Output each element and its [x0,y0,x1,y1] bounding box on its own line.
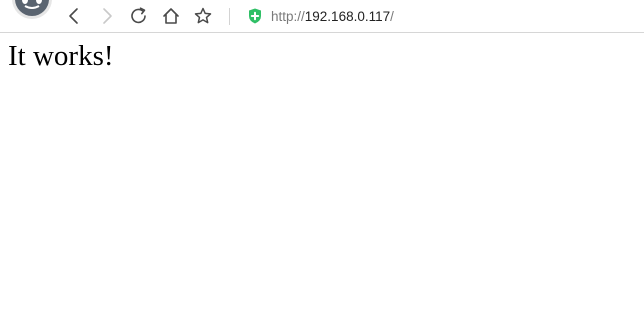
back-button[interactable] [64,6,84,26]
reload-icon [131,7,146,24]
forward-button[interactable] [97,6,117,26]
reload-button[interactable] [129,6,149,26]
toolbar-separator [229,8,230,25]
star-icon [194,7,212,24]
address-trail: / [390,9,394,24]
home-button[interactable] [161,6,181,26]
back-arrow-icon [69,8,78,24]
shield-plus-icon[interactable] [248,8,262,24]
browser-toolbar: http://192.168.0.117/ [0,0,644,33]
page-heading: It works! [8,40,114,72]
home-icon [163,8,179,24]
address-scheme: http:// [271,9,305,24]
favorite-button[interactable] [193,6,213,26]
address-bar[interactable]: http://192.168.0.117/ [271,8,394,26]
browser-logo-icon[interactable] [11,0,53,20]
forward-arrow-icon [103,8,112,24]
address-host: 192.168.0.117 [304,9,391,24]
